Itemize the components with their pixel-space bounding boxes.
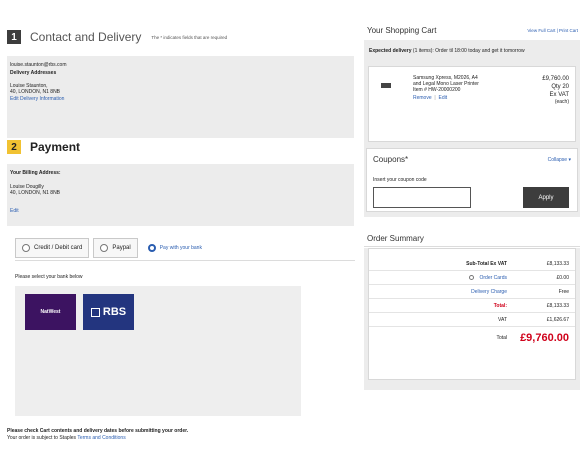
coupons-title: Coupons* <box>373 155 409 164</box>
coupons-inner: Coupons* Collapse ▾ Insert your coupon c… <box>366 148 578 212</box>
step-number-2: 2 <box>7 140 21 154</box>
billing-address: 40, LONDON, N1 8NB <box>10 190 61 196</box>
natwest-logo-text: NatWest <box>40 309 61 315</box>
order-summary-panel: Sub-Total Ex VAT £8,133.33 Order Cards £… <box>364 248 580 390</box>
sidebar: Your Shopping Cart View Full Cart | Prin… <box>362 20 582 390</box>
required-note: The * indicates fields that are required <box>151 34 228 40</box>
delivery-heading: Delivery Addresses <box>10 70 57 76</box>
rbs-logo-text: RBS <box>102 306 127 318</box>
summary-row-total: Total £9,760.00 <box>369 327 575 349</box>
credit-card-radio[interactable] <box>22 244 30 252</box>
cart-panel: Expected delivery (1 items): Order til 1… <box>364 40 580 152</box>
remove-item-link[interactable]: Remove <box>413 95 432 101</box>
rbs-square-icon <box>90 307 100 317</box>
paypal-radio[interactable] <box>100 244 109 252</box>
billing-heading: Your Billing Address: <box>10 170 61 176</box>
tabs-divider <box>15 260 355 261</box>
coupons-panel: Coupons* Collapse ▾ Insert your coupon c… <box>364 142 580 217</box>
summary-row-delivery: Delivery Charge Free <box>369 285 575 299</box>
expected-delivery-text: (1 items): Order til 18:00 today and get… <box>412 48 525 54</box>
step-number-1: 1 <box>7 30 21 44</box>
printer-image <box>381 83 391 88</box>
summary-value-order-cards: £0.00 <box>556 274 569 281</box>
summary-label-delivery[interactable]: Delivery Charge <box>471 289 507 295</box>
bank-prompt: Please select your bank below <box>15 274 83 280</box>
summary-label-total-ex: Total: <box>493 302 507 309</box>
payment-method-tabs: Credit / Debit card Paypal Pay with your… <box>15 236 212 260</box>
coupon-prompt: Insert your coupon code <box>373 177 427 183</box>
tab-pay-with-bank[interactable]: Pay with your bank <box>142 238 208 258</box>
summary-value-total: £9,760.00 <box>520 332 569 344</box>
item-price: £9,760.00 <box>542 76 569 82</box>
payment-step-title: Payment <box>30 140 81 154</box>
edit-billing-link[interactable]: Edit <box>10 208 19 215</box>
order-cards-radio[interactable] <box>469 274 475 280</box>
contact-details-box: louise.staunton@rbs.com Delivery Address… <box>7 56 354 138</box>
view-cart-links[interactable]: View Full Cart | Print Cart <box>527 28 578 33</box>
order-summary-title: Order Summary <box>367 234 424 243</box>
summary-table: Sub-Total Ex VAT £8,133.33 Order Cards £… <box>368 248 576 380</box>
order-footer: Please check Cart contents and delivery … <box>7 428 357 442</box>
summary-value-total-ex: £8,133.33 <box>546 302 569 309</box>
billing-details-box: Your Billing Address: Louise Dougilly 40… <box>7 164 354 226</box>
summary-row-order-cards: Order Cards £0.00 <box>369 271 575 285</box>
summary-value-vat: £1,626.67 <box>546 316 569 323</box>
edit-delivery-link[interactable]: Edit Delivery Information <box>10 96 64 103</box>
bank-selection-area: NatWest RBS <box>15 286 301 416</box>
summary-row-vat: VAT £1,626.67 <box>369 313 575 327</box>
contact-email: louise.staunton@rbs.com <box>10 62 67 68</box>
summary-value-delivery: Free <box>558 288 569 295</box>
tab-label-card: Credit / Debit card <box>34 245 83 251</box>
contact-step-header: 1 Contact and Delivery The * indicates f… <box>7 24 227 50</box>
delivery-address: 40, LONDON, N1 8NB <box>10 89 61 95</box>
summary-divider <box>364 246 580 247</box>
contact-step-title: Contact and Delivery <box>30 30 142 44</box>
tab-paypal[interactable]: Paypal <box>93 238 138 258</box>
summary-label-vat: VAT <box>498 316 507 323</box>
expected-delivery: Expected delivery (1 items): Order til 1… <box>369 48 574 55</box>
payment-step-header: 2 Payment <box>7 134 90 160</box>
summary-label-subtotal: Sub-Total Ex VAT <box>466 260 507 267</box>
rbs-bank-logo[interactable]: RBS <box>83 294 134 330</box>
order-cards-text: Order Cards <box>479 274 507 281</box>
item-ex-vat: Ex VAT <box>549 92 569 98</box>
apply-coupon-button[interactable]: Apply <box>523 187 569 208</box>
tab-credit-debit-card[interactable]: Credit / Debit card <box>15 238 90 258</box>
coupon-code-input[interactable] <box>373 187 471 208</box>
edit-item-link[interactable]: Edit <box>438 95 447 101</box>
terms-link[interactable]: Terms and Conditions <box>77 435 125 441</box>
item-qty: Qty 20 <box>551 84 569 90</box>
tab-label-paypal: Paypal <box>112 245 131 251</box>
summary-value-subtotal: £8,133.33 <box>546 260 569 267</box>
summary-row-total-ex: Total: £8,133.33 <box>369 299 575 313</box>
collapse-label: Collapse <box>547 157 568 163</box>
footer-check-note: Please check Cart contents and delivery … <box>7 428 189 434</box>
natwest-bank-logo[interactable]: NatWest <box>25 294 76 330</box>
product-item-number: Item # HW-20000200 <box>413 87 461 93</box>
summary-label-order-cards[interactable]: Order Cards <box>469 275 507 281</box>
summary-row-subtotal: Sub-Total Ex VAT £8,133.33 <box>369 257 575 271</box>
expected-delivery-label: Expected delivery <box>369 48 412 54</box>
cart-item: Samsung Xpress, M2026, A4 and Legal Mono… <box>368 66 576 142</box>
coupons-collapse-toggle[interactable]: Collapse ▾ <box>548 157 571 164</box>
pay-with-bank-radio[interactable] <box>147 244 156 252</box>
chevron-down-icon: ▾ <box>568 157 571 163</box>
cart-title: Your Shopping Cart <box>367 26 437 35</box>
footer-terms-prefix: Your order is subject to Staples <box>7 435 77 441</box>
item-each: (each) <box>554 99 569 105</box>
summary-label-total: Total <box>496 335 507 341</box>
checkout-form: 1 Contact and Delivery The * indicates f… <box>7 14 355 444</box>
tab-label-bank: Pay with your bank <box>159 244 202 251</box>
